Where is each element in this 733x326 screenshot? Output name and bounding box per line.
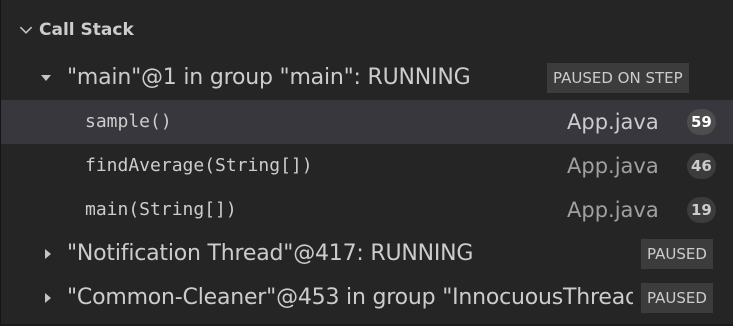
frame-method-name: sample() [85, 111, 172, 132]
triangle-right-icon[interactable] [41, 247, 55, 261]
line-number-badge: 46 [687, 153, 716, 179]
thread-row-main[interactable]: "main"@1 in group "main": RUNNING PAUSED… [1, 56, 733, 100]
frame-source-file[interactable]: App.java [567, 100, 659, 144]
line-number-badge: 19 [687, 197, 716, 223]
status-badge: PAUSED [641, 283, 713, 313]
status-badge: PAUSED ON STEP [547, 63, 689, 93]
status-badge: PAUSED [641, 239, 713, 269]
stack-frame-row[interactable]: findAverage(String[]) App.java 46 [1, 144, 733, 188]
line-number-badge: 59 [687, 109, 716, 135]
frame-method-name: findAverage(String[]) [85, 155, 313, 176]
thread-label: "Notification Thread"@417: RUNNING [67, 241, 474, 266]
triangle-down-icon[interactable] [39, 71, 53, 85]
thread-row-common-cleaner[interactable]: "Common-Cleaner"@453 in group "Innocuous… [1, 276, 733, 320]
section-title: Call Stack [39, 20, 134, 40]
call-stack-header[interactable]: Call Stack [1, 14, 733, 48]
stack-frame-row[interactable]: sample() App.java 59 [1, 100, 733, 144]
frame-source-file[interactable]: App.java [567, 144, 659, 188]
thread-label: "Common-Cleaner"@453 in group "Innocuous… [67, 285, 633, 310]
frame-method-name: main(String[]) [85, 199, 237, 220]
frame-source-file[interactable]: App.java [567, 188, 659, 232]
chevron-down-icon[interactable] [17, 21, 35, 39]
call-stack-panel: Call Stack "main"@1 in group "main": RUN… [0, 0, 733, 326]
thread-label: "main"@1 in group "main": RUNNING [67, 65, 471, 90]
thread-row-notification[interactable]: "Notification Thread"@417: RUNNING PAUSE… [1, 232, 733, 276]
stack-frame-row[interactable]: main(String[]) App.java 19 [1, 188, 733, 232]
triangle-right-icon[interactable] [41, 291, 55, 305]
